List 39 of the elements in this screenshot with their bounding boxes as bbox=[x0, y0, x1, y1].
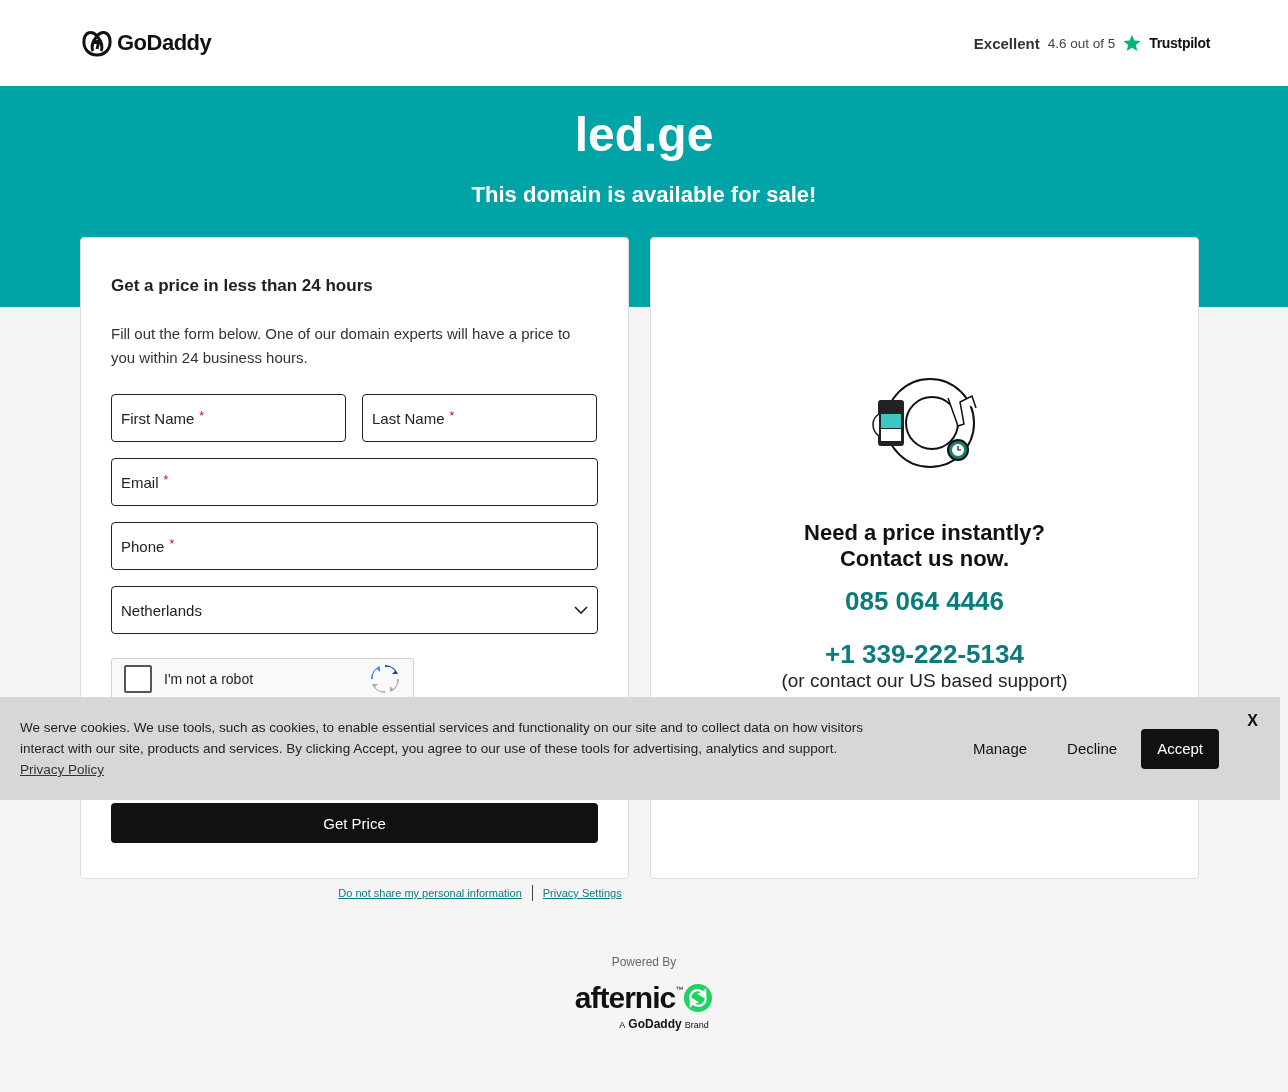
country-select[interactable]: Netherlands bbox=[111, 586, 598, 634]
cookie-option-button[interactable]: Manage bbox=[956, 728, 1044, 769]
godaddy-logo-icon bbox=[81, 29, 113, 57]
trustpilot-name[interactable]: Trustpilot bbox=[1149, 35, 1210, 51]
privacy-settings-link[interactable]: Privacy Settings bbox=[542, 887, 622, 899]
us-phone-number[interactable]: +1 339-222-5134 bbox=[825, 639, 1024, 670]
get-price-button[interactable]: Get Price bbox=[111, 803, 598, 843]
chevron-down-icon bbox=[574, 605, 588, 615]
close-button[interactable]: X bbox=[1241, 711, 1264, 731]
tagline-prefix: A bbox=[619, 1020, 626, 1030]
contact-heading: Need a price instantly? Contact us now. bbox=[804, 520, 1045, 572]
form-title: Get a price in less than 24 hours bbox=[111, 276, 374, 296]
sale-subtitle: This domain is available for sale! bbox=[471, 182, 817, 208]
afternic-logo-icon bbox=[683, 983, 714, 1013]
recaptcha-icon bbox=[369, 663, 401, 695]
form-intro: Fill out the form below. One of our domain experts will have a price to you within 24 business hours. bbox=[111, 324, 572, 368]
phone-number[interactable]: 085 064 4446 bbox=[844, 586, 1004, 617]
trademark-sign: ™ bbox=[675, 985, 684, 994]
cookie-option-button[interactable]: Decline bbox=[1051, 728, 1134, 769]
input-field[interactable]: Phone * bbox=[111, 522, 598, 570]
privacy-policy-link[interactable]: Privacy Policy bbox=[20, 759, 105, 780]
afternic-wordmark: afternic bbox=[574, 981, 676, 1015]
input-field[interactable]: Last Name * bbox=[362, 394, 597, 442]
accept-button[interactable]: Accept bbox=[1141, 728, 1219, 769]
powered-by-label: Powered By bbox=[611, 955, 677, 969]
tagline-brand: GoDaddy bbox=[628, 1017, 682, 1031]
star-icon bbox=[1123, 34, 1142, 52]
brand-name[interactable]: GoDaddy bbox=[117, 30, 212, 56]
domain-title: led.ge bbox=[574, 107, 714, 163]
rating-label: Excellent bbox=[973, 34, 1040, 52]
cookie-notice: We serve cookies. We use tools, such as cookies, to enable essential services and functionality on our site and to collect data on how visitors interact with our site, products and services. By clicking Accept, you agree to our use of these tools for advertising, analytics and support. bbox=[20, 720, 863, 756]
tagline-suffix: Brand bbox=[684, 1020, 709, 1030]
input-field[interactable]: First Name * bbox=[111, 394, 346, 442]
us-support-note: (or contact our US based support) bbox=[781, 670, 1068, 692]
input-field[interactable]: Email * bbox=[111, 458, 598, 506]
do-not-share-link[interactable]: Do not share my personal information bbox=[338, 887, 522, 899]
captcha-label: I'm not a robot bbox=[164, 671, 255, 687]
captcha-checkbox[interactable] bbox=[124, 665, 152, 693]
rating-score: 4.6 out of 5 bbox=[1047, 35, 1116, 51]
